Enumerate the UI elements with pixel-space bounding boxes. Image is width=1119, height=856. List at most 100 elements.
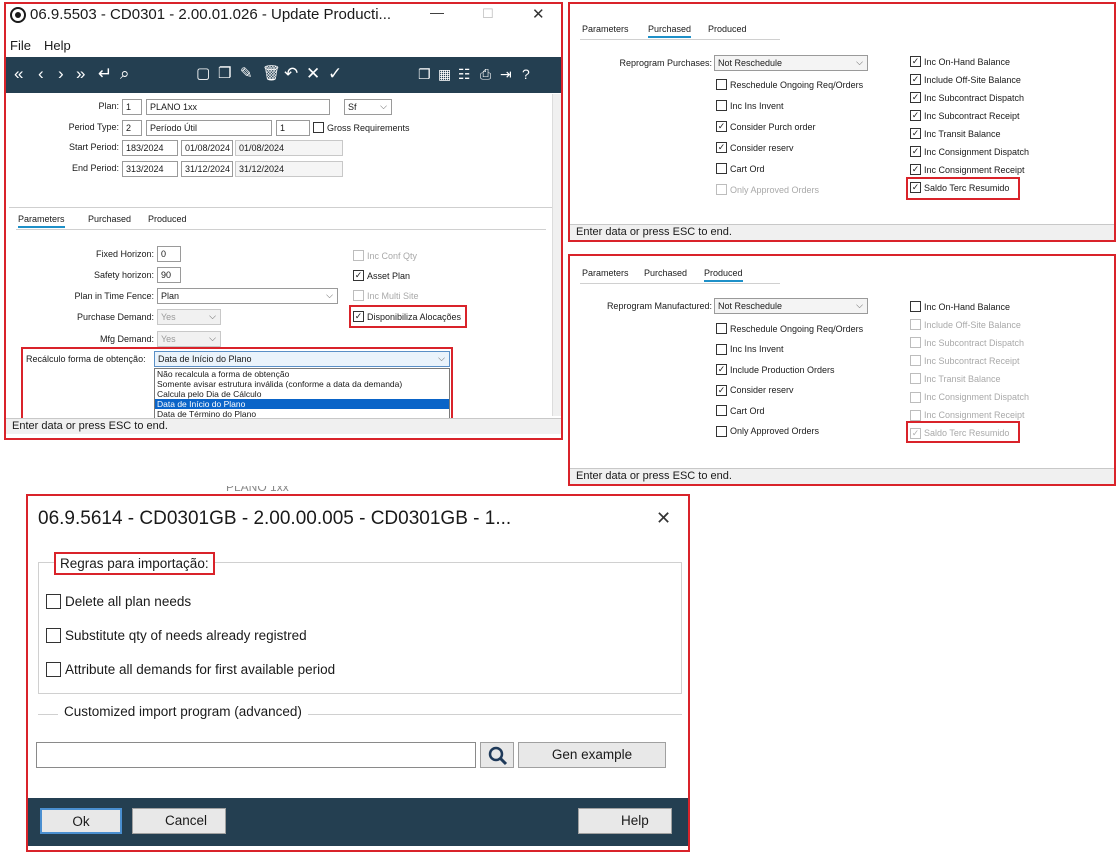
tab-purchased[interactable]: Purchased xyxy=(644,268,687,278)
tab-produced[interactable]: Produced xyxy=(704,268,743,282)
checkbox-box[interactable] xyxy=(46,594,61,609)
option-checkbox[interactable]: Inc On-Hand Balance xyxy=(910,301,1010,312)
option-checkbox[interactable]: ✓ Include Production Orders xyxy=(716,364,835,375)
checkbox-box[interactable] xyxy=(716,343,727,355)
checkbox-box[interactable] xyxy=(46,628,61,643)
delete-all-plan-needs-checkbox[interactable]: Delete all plan needs xyxy=(46,594,191,609)
checkbox-box[interactable] xyxy=(716,100,727,111)
check-icon[interactable]: ✓ xyxy=(910,128,921,139)
tab-purchased[interactable]: Purchased xyxy=(648,24,692,38)
option-checkbox[interactable]: Reschedule Ongoing Req/Orders xyxy=(716,79,863,90)
option-checkbox[interactable]: Reschedule Ongoing Req/Orders xyxy=(716,323,863,334)
reprogram-purchases-select[interactable]: Not Reschedule ⌵ xyxy=(714,55,868,71)
plan-code-field[interactable]: 1 xyxy=(122,99,142,115)
checkbox-box[interactable] xyxy=(716,405,727,416)
tab-produced[interactable]: Produced xyxy=(708,24,747,34)
tab-purchased[interactable]: Purchased xyxy=(88,214,131,224)
check-icon[interactable]: ✓ xyxy=(716,384,727,396)
checkbox-box[interactable] xyxy=(46,662,61,677)
previous-record-icon[interactable]: ‹ xyxy=(38,64,44,84)
option-checkbox[interactable]: ✓ Include Off-Site Balance xyxy=(910,74,1021,85)
goto-icon[interactable]: ↵ xyxy=(98,64,112,84)
safety-horizon-field[interactable]: 90 xyxy=(157,267,181,283)
checkbox-box[interactable] xyxy=(716,425,727,437)
tab-parameters[interactable]: Parameters xyxy=(582,24,629,34)
tab-parameters[interactable]: Parameters xyxy=(18,214,65,228)
option-checkbox[interactable]: ✓ Inc Transit Balance xyxy=(910,128,1001,139)
cancel-button[interactable]: Cancel xyxy=(132,808,226,834)
fixed-horizon-field[interactable]: 0 xyxy=(157,246,181,262)
option-checkbox[interactable]: ✓ Inc Subcontract Dispatch xyxy=(910,92,1024,103)
duplicate-icon[interactable]: ❐ xyxy=(418,64,431,84)
option-checkbox[interactable]: ✓ Inc Subcontract Receipt xyxy=(910,110,1020,121)
first-record-icon[interactable]: « xyxy=(14,64,23,84)
end-period-code-field[interactable]: 313/2024 xyxy=(122,161,178,177)
exit-icon[interactable]: ⇥ xyxy=(500,64,512,84)
list-icon[interactable]: ☷ xyxy=(458,64,471,84)
end-period-date-field[interactable]: 31/12/2024 xyxy=(181,161,233,177)
option-checkbox[interactable]: ✓ Consider reserv xyxy=(716,384,794,396)
last-record-icon[interactable]: » xyxy=(76,64,85,84)
option-checkbox[interactable]: ✓ Inc Consignment Receipt xyxy=(910,164,1025,175)
option-checkbox[interactable]: Only Approved Orders xyxy=(716,425,819,437)
check-icon[interactable]: ✓ xyxy=(910,164,921,175)
minimize-icon[interactable]: — xyxy=(430,4,444,20)
grid-icon[interactable]: ▦ xyxy=(438,64,451,84)
reprogram-manufactured-select[interactable]: Not Reschedule ⌵ xyxy=(714,298,868,314)
plan-in-time-fence-select[interactable]: Plan ⌵ xyxy=(157,288,338,304)
checkbox-box[interactable] xyxy=(716,323,727,334)
check-icon[interactable]: ✓ xyxy=(353,270,364,281)
check-icon[interactable]: ✓ xyxy=(910,110,921,121)
option-checkbox[interactable]: Cart Ord xyxy=(716,163,765,174)
check-icon[interactable]: ✓ xyxy=(716,142,727,153)
copy-icon[interactable]: ❐ xyxy=(218,64,231,84)
gross-requirements-checkbox[interactable]: Gross Requirements xyxy=(313,122,410,133)
check-icon[interactable]: ✓ xyxy=(910,74,921,85)
tab-produced[interactable]: Produced xyxy=(148,214,187,224)
search-button[interactable] xyxy=(480,742,514,768)
option-checkbox[interactable]: ✓ Inc Consignment Dispatch xyxy=(910,146,1029,157)
tab-parameters[interactable]: Parameters xyxy=(582,268,629,278)
check-icon[interactable]: ✓ xyxy=(716,364,727,375)
menu-file[interactable]: File xyxy=(10,38,31,53)
option-checkbox[interactable]: Inc Ins Invent xyxy=(716,343,784,355)
substitute-qty-checkbox[interactable]: Substitute qty of needs already registre… xyxy=(46,628,307,643)
new-icon[interactable]: ▢ xyxy=(196,64,210,84)
checkbox-box[interactable] xyxy=(716,163,727,174)
print-icon[interactable]: ⎙ xyxy=(480,64,491,84)
program-path-input[interactable] xyxy=(36,742,476,768)
attribute-all-demands-checkbox[interactable]: Attribute all demands for first availabl… xyxy=(46,662,335,677)
close-icon[interactable]: ✕ xyxy=(532,5,545,23)
maximize-icon[interactable]: ☐ xyxy=(482,6,494,22)
asset-plan-checkbox[interactable]: ✓ Asset Plan xyxy=(353,270,410,281)
check-icon[interactable]: ✓ xyxy=(716,121,727,132)
option-checkbox[interactable]: ✓ Inc On-Hand Balance xyxy=(910,56,1010,67)
check-icon[interactable]: ✓ xyxy=(910,146,921,157)
close-icon[interactable]: ✕ xyxy=(656,508,671,529)
gen-example-button[interactable]: Gen example xyxy=(518,742,666,768)
checkbox-box[interactable] xyxy=(716,79,727,90)
checkbox-box[interactable] xyxy=(910,301,921,312)
option-checkbox[interactable]: ✓ Consider Purch order xyxy=(716,121,816,132)
check-icon[interactable]: ✓ xyxy=(910,56,921,67)
edit-icon[interactable]: ✎ xyxy=(240,64,253,84)
period-type-code-field[interactable]: 2 xyxy=(122,120,142,136)
help-button[interactable]: Help xyxy=(578,808,672,834)
ok-button[interactable]: Ok xyxy=(40,808,122,834)
plan-site-select[interactable]: Sf ⌵ xyxy=(344,99,392,115)
option-checkbox[interactable]: Inc Ins Invent xyxy=(716,100,784,111)
option-checkbox[interactable]: Cart Ord xyxy=(716,405,765,416)
menu-help[interactable]: Help xyxy=(44,38,71,53)
vertical-scrollbar[interactable] xyxy=(552,94,561,416)
checkbox-box[interactable] xyxy=(313,122,324,133)
start-period-date-field[interactable]: 01/08/2024 xyxy=(181,140,233,156)
start-period-code-field[interactable]: 183/2024 xyxy=(122,140,178,156)
check-icon[interactable]: ✓ xyxy=(910,92,921,103)
delete-icon[interactable]: 🗑 xyxy=(262,64,281,84)
undo-icon[interactable]: ↶ xyxy=(284,64,298,84)
cancel-icon[interactable]: ✕ xyxy=(306,64,320,84)
confirm-icon[interactable]: ✓ xyxy=(328,64,342,84)
search-icon[interactable]: ⌕ xyxy=(120,64,130,84)
option-checkbox[interactable]: ✓ Consider reserv xyxy=(716,142,794,153)
next-record-icon[interactable]: › xyxy=(58,64,64,84)
